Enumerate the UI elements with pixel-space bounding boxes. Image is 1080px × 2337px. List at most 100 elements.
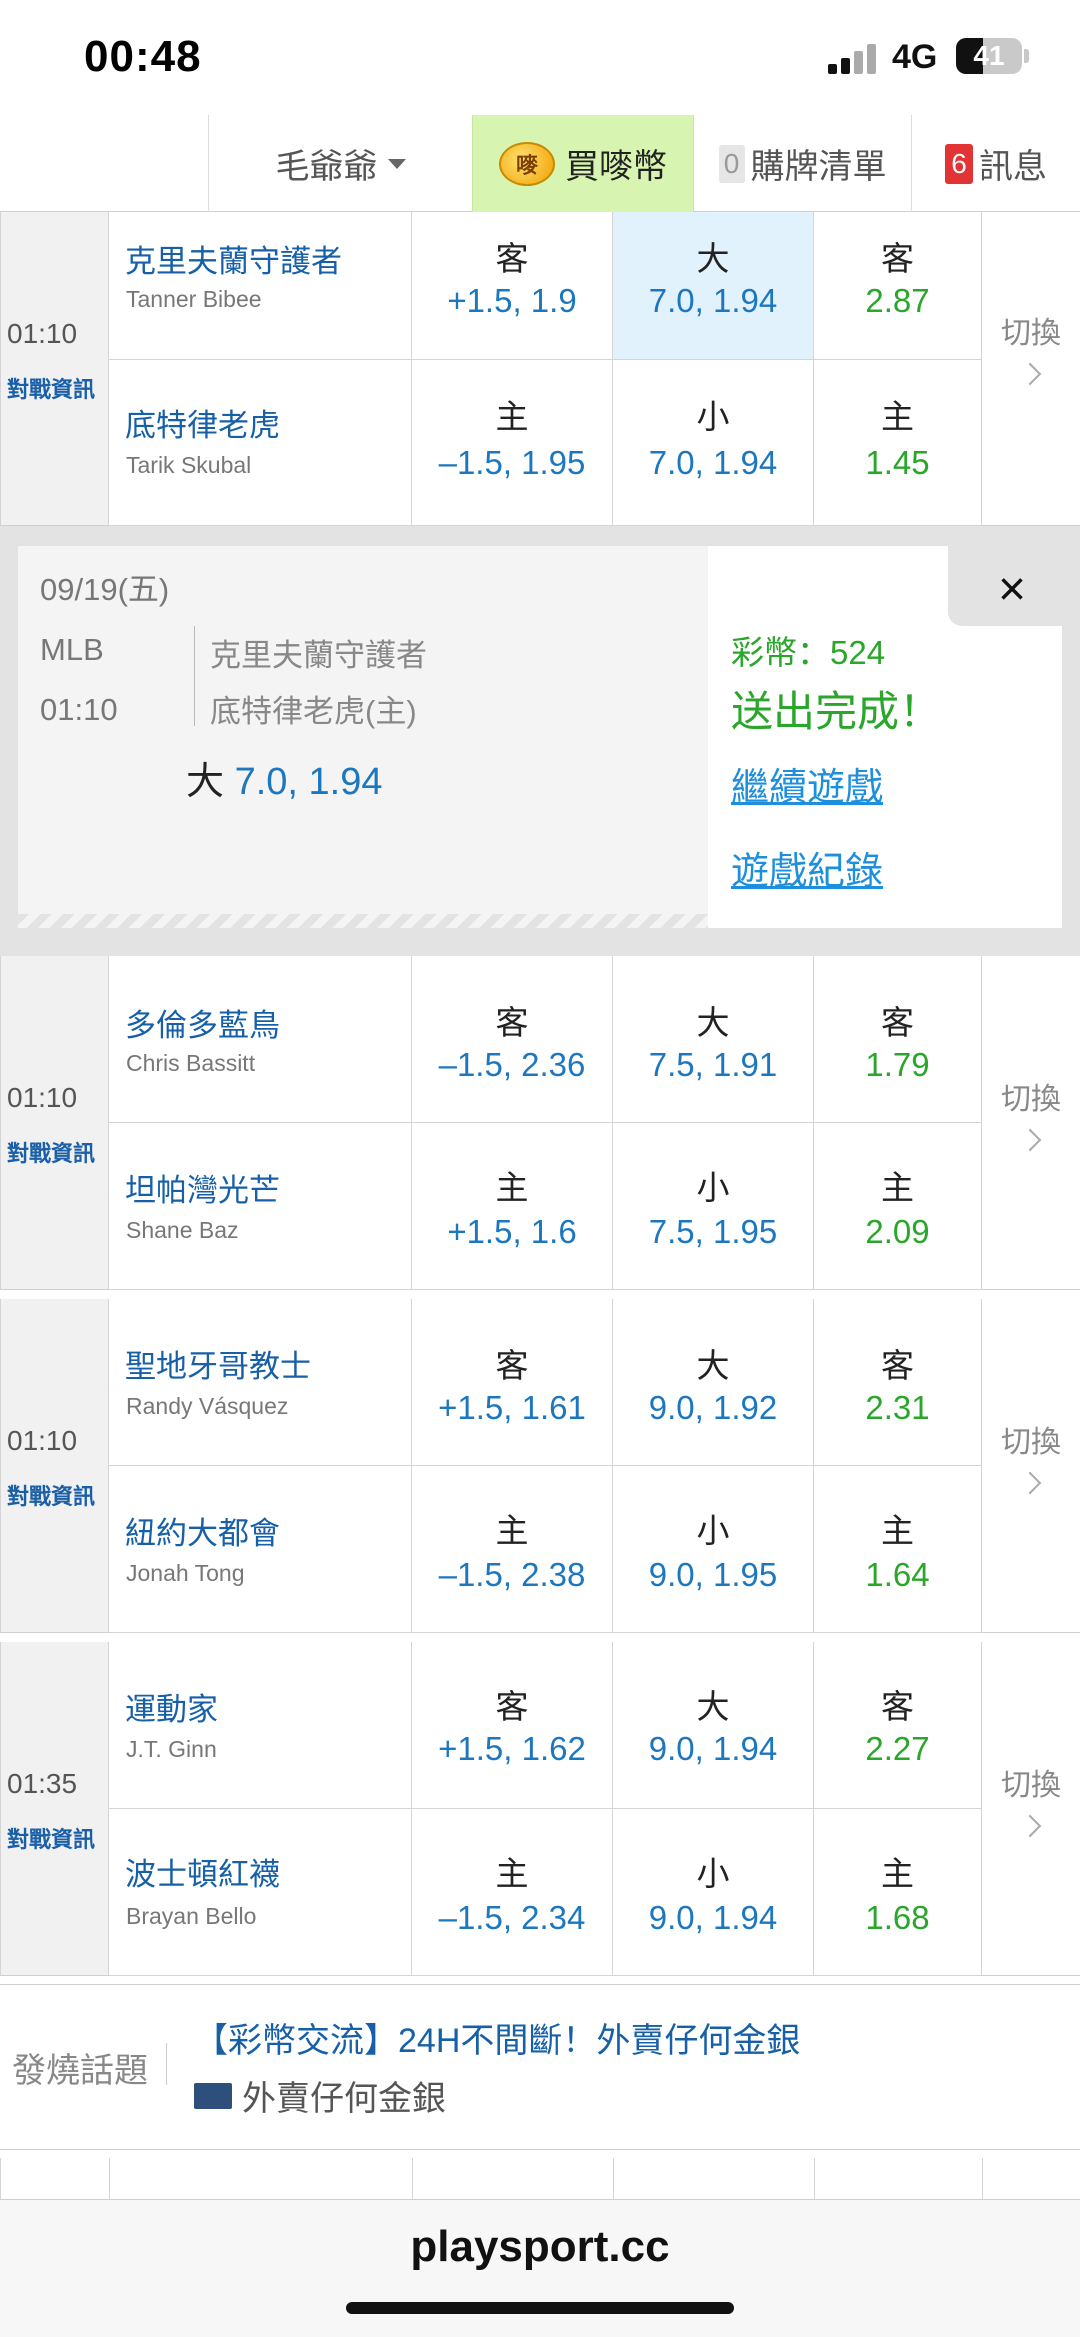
team-name: 坦帕灣光芒	[125, 1173, 280, 1208]
total-odds-over[interactable]: 大 7.0, 1.94	[613, 212, 814, 360]
switch-button[interactable]: 切換	[982, 956, 1080, 1289]
total-odds-under[interactable]: 小 9.0, 1.94	[613, 1809, 814, 1976]
hot-topic-banner[interactable]: 發燒話題 【彩幣交流】24H不間斷！外賣仔何金銀 外賣仔何金銀	[0, 1984, 1080, 2150]
moneyline-odds-away[interactable]: 客 2.31	[814, 1299, 982, 1466]
message-count-badge: 6	[945, 143, 973, 184]
battery-cap	[1024, 49, 1029, 63]
chevron-right-icon	[1018, 1471, 1042, 1495]
ticket-away-team: 克里夫蘭守護者	[210, 638, 427, 673]
switch-button[interactable]: 切換	[982, 1299, 1080, 1632]
total-odds-over[interactable]: 大 9.0, 1.92	[613, 1299, 814, 1466]
matchup-info-link[interactable]: 對戰資訊	[7, 372, 95, 404]
hot-topic-title[interactable]: 【彩幣交流】24H不間斷！外賣仔何金銀	[194, 2013, 800, 2062]
team-name: 波士頓紅襪	[125, 1857, 280, 1892]
total-odds-under[interactable]: 小 9.0, 1.95	[613, 1466, 814, 1633]
bet-ticket: 09/19(五) MLB 01:10 克里夫蘭守護者 底特律老虎(主) 大 7.…	[18, 546, 708, 928]
spread-odds-away[interactable]: 客 +1.5, 1.62	[412, 1642, 613, 1809]
ticket-bet-label: 大	[186, 761, 225, 803]
cart-button[interactable]: 0 購牌清單	[694, 115, 912, 212]
messages-button[interactable]: 6 訊息	[912, 115, 1080, 212]
game-time-column: 01:10 對戰資訊	[0, 212, 109, 525]
total-odds-under[interactable]: 小 7.0, 1.94	[613, 360, 814, 526]
game-time-column: 01:35 對戰資訊	[0, 1642, 109, 1975]
continue-game-link[interactable]: 繼續遊戲	[731, 756, 883, 811]
bet-side-label: 客	[495, 1004, 529, 1041]
spread-odds-away[interactable]: 客 +1.5, 1.9	[412, 212, 613, 360]
ticket-league: MLB	[40, 632, 104, 667]
bet-side-label: 主	[495, 1169, 529, 1206]
team-name: 底特律老虎	[125, 408, 280, 443]
pitcher-name: Tanner Bibee	[126, 286, 262, 312]
site-url[interactable]: playsport.cc	[0, 2222, 1080, 2272]
team-home[interactable]: 波士頓紅襪 Brayan Bello	[109, 1809, 412, 1976]
cart-label: 購牌清單	[750, 148, 887, 186]
topic-author: 外賣仔何金銀	[194, 2071, 446, 2120]
chevron-right-icon	[1018, 1128, 1042, 1152]
total-odds-under[interactable]: 小 7.5, 1.95	[613, 1123, 814, 1290]
ticket-time: 01:10	[40, 692, 118, 727]
team-away[interactable]: 克里夫蘭守護者 Tanner Bibee	[109, 212, 412, 360]
buy-coin-label: 買嘜幣	[565, 148, 667, 186]
bet-side-label: 客	[881, 1688, 914, 1725]
spread-odds-away[interactable]: 客 +1.5, 1.61	[412, 1299, 613, 1466]
game-time: 01:35	[7, 1768, 78, 1799]
team-home[interactable]: 紐約大都會 Jonah Tong	[109, 1466, 412, 1633]
team-name: 聖地牙哥教士	[125, 1349, 311, 1384]
bet-side-label: 客	[495, 240, 529, 277]
team-away[interactable]: 聖地牙哥教士 Randy Vásquez	[109, 1299, 412, 1466]
moneyline-odds-away[interactable]: 客 2.27	[814, 1642, 982, 1809]
caret-down-icon	[387, 158, 406, 169]
buy-coin-button[interactable]: 嘜 買嘜幣	[472, 115, 694, 212]
coin-icon: 嘜	[499, 141, 555, 186]
moneyline-odds-away[interactable]: 客 1.79	[814, 956, 982, 1123]
moneyline-odds-home[interactable]: 主 1.45	[814, 360, 982, 526]
top-nav: 毛爺爺 嘜 買嘜幣 0 購牌清單 6 訊息	[0, 115, 1080, 212]
odds-value: 9.0, 1.94	[648, 1899, 778, 1936]
game-records-link[interactable]: 遊戲紀錄	[731, 840, 883, 895]
spread-odds-away[interactable]: 客 –1.5, 2.36	[412, 956, 613, 1123]
moneyline-odds-home[interactable]: 主 2.09	[814, 1123, 982, 1290]
odds-value: 9.0, 1.95	[648, 1556, 778, 1593]
odds-value: +1.5, 1.61	[438, 1389, 586, 1426]
battery-percent: 41	[973, 40, 1005, 71]
bet-side-label: 主	[881, 1855, 914, 1892]
switch-button[interactable]: 切換	[982, 212, 1080, 525]
team-home[interactable]: 坦帕灣光芒 Shane Baz	[109, 1123, 412, 1290]
odds-value: 9.0, 1.92	[648, 1389, 778, 1426]
odds-value: –1.5, 1.95	[438, 444, 586, 481]
spread-odds-home[interactable]: 主 –1.5, 2.34	[412, 1809, 613, 1976]
bet-side-label: 小	[696, 398, 730, 435]
spread-odds-home[interactable]: 主 –1.5, 1.95	[412, 360, 613, 526]
total-odds-over[interactable]: 大 7.5, 1.91	[613, 956, 814, 1123]
matchup-info-link[interactable]: 對戰資訊	[7, 1136, 95, 1168]
switch-button[interactable]: 切換	[982, 1642, 1080, 1975]
chevron-right-icon	[1018, 362, 1042, 386]
matchup-info-link[interactable]: 對戰資訊	[7, 1479, 95, 1511]
team-away[interactable]: 運動家 J.T. Ginn	[109, 1642, 412, 1809]
user-menu[interactable]: 毛爺爺	[208, 115, 472, 212]
spread-odds-home[interactable]: 主 –1.5, 2.38	[412, 1466, 613, 1633]
bet-side-label: 客	[495, 1347, 529, 1384]
ticket-bet-value: 7.0, 1.94	[234, 761, 383, 803]
total-odds-over[interactable]: 大 9.0, 1.94	[613, 1642, 814, 1809]
bet-side-label: 大	[696, 240, 730, 277]
bet-confirmation-panel: 09/19(五) MLB 01:10 克里夫蘭守護者 底特律老虎(主) 大 7.…	[0, 526, 1080, 956]
pitcher-name: Chris Bassitt	[126, 1050, 256, 1076]
switch-label: 切換	[1001, 1083, 1061, 1116]
spread-odds-home[interactable]: 主 +1.5, 1.6	[412, 1123, 613, 1290]
team-name: 運動家	[125, 1692, 218, 1727]
game-time: 01:10	[7, 1082, 78, 1113]
moneyline-odds-away[interactable]: 客 2.87	[814, 212, 982, 360]
moneyline-odds-home[interactable]: 主 1.68	[814, 1809, 982, 1976]
moneyline-odds-home[interactable]: 主 1.64	[814, 1466, 982, 1633]
messages-label: 訊息	[979, 148, 1047, 186]
home-indicator[interactable]	[346, 2302, 734, 2314]
close-icon[interactable]: ×	[998, 566, 1026, 614]
browser-address-bar[interactable]: playsport.cc	[0, 2200, 1080, 2337]
pitcher-name: Jonah Tong	[126, 1560, 245, 1586]
pitcher-name: Shane Baz	[126, 1217, 239, 1243]
team-home[interactable]: 底特律老虎 Tarik Skubal	[109, 360, 412, 526]
matchup-info-link[interactable]: 對戰資訊	[7, 1822, 95, 1854]
team-name: 紐約大都會	[125, 1516, 280, 1551]
team-away[interactable]: 多倫多藍鳥 Chris Bassitt	[109, 956, 412, 1123]
